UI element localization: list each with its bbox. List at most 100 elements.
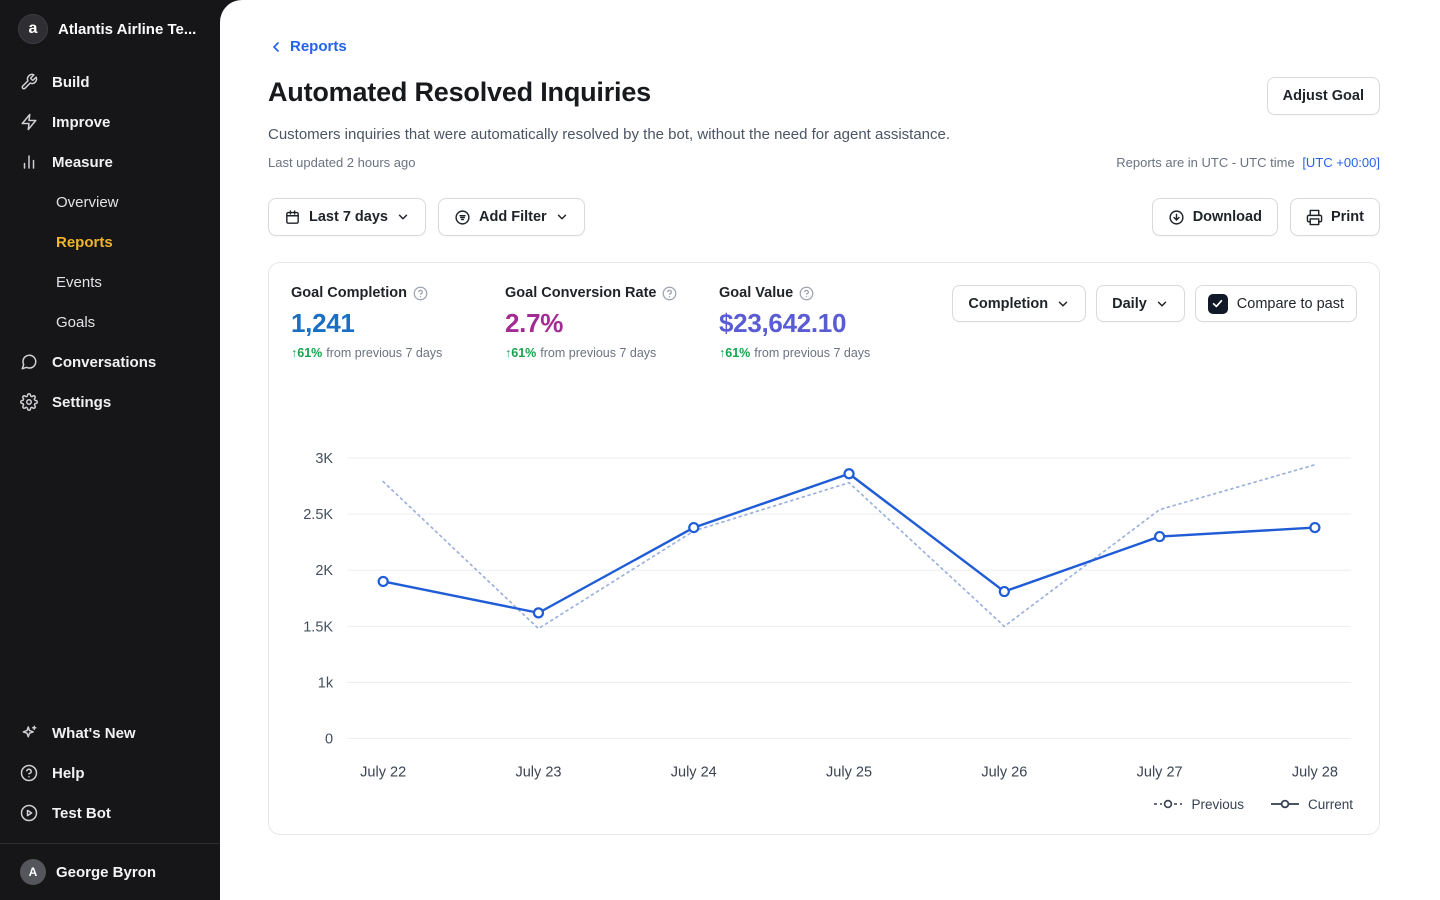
metric-dropdown[interactable]: Completion: [952, 285, 1086, 322]
info-icon[interactable]: [799, 286, 814, 301]
sidebar-item-label: What's New: [52, 725, 136, 742]
help-circle-icon: [20, 764, 38, 782]
chevron-down-icon: [555, 210, 569, 224]
sidebar-item-measure[interactable]: Measure: [0, 142, 220, 182]
info-icon[interactable]: [413, 286, 428, 301]
calendar-icon: [284, 209, 301, 226]
bar-chart-icon: [20, 153, 38, 171]
add-filter-dropdown[interactable]: Add Filter: [438, 198, 585, 236]
sidebar: a Atlantis Airline Te... Build Improve: [0, 0, 220, 900]
stat-value: 2.7%: [505, 308, 719, 339]
sidebar-item-build[interactable]: Build: [0, 62, 220, 102]
download-button[interactable]: Download: [1152, 198, 1278, 236]
printer-icon: [1306, 209, 1323, 226]
svg-text:2K: 2K: [315, 563, 333, 579]
stat-value: 1,241: [291, 308, 505, 339]
adjust-goal-button[interactable]: Adjust Goal: [1267, 77, 1380, 115]
chevron-down-icon: [1155, 297, 1169, 311]
svg-text:July 27: July 27: [1137, 765, 1183, 781]
sidebar-item-label: Events: [56, 274, 102, 291]
timezone-link[interactable]: [UTC +00:00]: [1302, 155, 1380, 170]
sidebar-item-events[interactable]: Events: [0, 262, 220, 302]
stat-goal-completion: Goal Completion 1,241 ↑61%from previous …: [291, 285, 505, 360]
compare-to-past-toggle[interactable]: Compare to past: [1195, 285, 1357, 322]
report-card: Goal Completion 1,241 ↑61% from previous …: [268, 262, 1380, 835]
legend-current: Current: [1270, 797, 1353, 812]
gear-icon: [20, 393, 38, 411]
stat-label: Goal Completion: [291, 285, 407, 301]
sidebar-item-label: Overview: [56, 194, 119, 211]
timezone-note: Reports are in UTC - UTC time [UTC +00:0…: [1116, 155, 1380, 170]
interval-dropdown-label: Daily: [1112, 296, 1147, 312]
download-icon: [1168, 209, 1185, 226]
legend-previous-label: Previous: [1191, 797, 1244, 812]
page-title: Automated Resolved Inquiries: [268, 77, 651, 108]
stat-delta: ↑61%from previous 7 days: [291, 346, 505, 360]
last-updated-text: Last updated 2 hours ago: [268, 155, 415, 170]
sidebar-item-overview[interactable]: Overview: [0, 182, 220, 222]
back-link-label: Reports: [290, 38, 347, 55]
svg-text:July 24: July 24: [671, 765, 717, 781]
back-link[interactable]: Reports: [268, 38, 347, 55]
print-label: Print: [1331, 209, 1364, 225]
sidebar-item-label: Settings: [52, 394, 111, 411]
title-row: Automated Resolved Inquiries Adjust Goal: [268, 77, 1380, 115]
stat-value: $23,642.10: [719, 308, 933, 339]
line-chart[interactable]: 3K2.5K2K1.5K1k0July 22July 23July 24July…: [291, 444, 1357, 785]
sidebar-item-label: Improve: [52, 114, 110, 131]
checkbox-checked-icon[interactable]: [1208, 294, 1228, 314]
card-top: Goal Completion 1,241 ↑61% from previous …: [291, 285, 1357, 360]
avatar: A: [20, 859, 46, 885]
sidebar-item-label: Reports: [56, 234, 113, 251]
compare-to-past-label: Compare to past: [1237, 296, 1344, 312]
chevron-left-icon: [268, 39, 284, 55]
stat-label: Goal Conversion Rate: [505, 285, 656, 301]
sidebar-item-settings[interactable]: Settings: [0, 382, 220, 422]
sidebar-item-improve[interactable]: Improve: [0, 102, 220, 142]
legend-previous: Previous: [1153, 797, 1244, 812]
svg-text:July 23: July 23: [515, 765, 561, 781]
sidebar-item-label: Goals: [56, 314, 95, 331]
lightning-icon: [20, 113, 38, 131]
stat-delta: ↑61%from previous 7 days: [505, 346, 719, 360]
sidebar-item-goals[interactable]: Goals: [0, 302, 220, 342]
stat-label: Goal Value: [719, 285, 793, 301]
sidebar-nav: Build Improve Measure Overview Reports: [0, 62, 220, 422]
stat-delta: ↑61% from previous 7 days: [719, 346, 933, 360]
chevron-down-icon: [1056, 297, 1070, 311]
print-button[interactable]: Print: [1290, 198, 1380, 236]
stat-goal-conversion-rate: Goal Conversion Rate 2.7% ↑61%from previ…: [505, 285, 719, 360]
sidebar-item-label: Build: [52, 74, 90, 91]
svg-text:2.5K: 2.5K: [303, 507, 333, 523]
svg-text:July 25: July 25: [826, 765, 872, 781]
sidebar-footer: What's New Help Test Bot A George Byron: [0, 713, 220, 900]
sidebar-item-conversations[interactable]: Conversations: [0, 342, 220, 382]
sidebar-item-test-bot[interactable]: Test Bot: [0, 793, 220, 833]
stat-delta-suffix: from previous 7 days: [326, 346, 442, 360]
sidebar-item-help[interactable]: Help: [0, 753, 220, 793]
svg-text:1k: 1k: [318, 675, 334, 691]
workspace-name: Atlantis Airline Te...: [58, 21, 196, 38]
filter-icon: [454, 209, 471, 226]
svg-text:July 22: July 22: [360, 765, 406, 781]
info-icon[interactable]: [662, 286, 677, 301]
add-filter-label: Add Filter: [479, 209, 547, 225]
metric-dropdown-label: Completion: [968, 296, 1048, 312]
sidebar-item-label: Test Bot: [52, 805, 111, 822]
sidebar-item-label: Measure: [52, 154, 113, 171]
svg-text:3K: 3K: [315, 451, 333, 467]
chevron-down-icon: [396, 210, 410, 224]
stat-delta-suffix: from previous 7 days: [754, 346, 870, 360]
svg-text:1.5K: 1.5K: [303, 619, 333, 635]
date-range-dropdown[interactable]: Last 7 days: [268, 198, 426, 236]
toolbar-left: Last 7 days Add Filter: [268, 198, 585, 236]
chat-bubble-icon: [20, 353, 38, 371]
sidebar-item-whats-new[interactable]: What's New: [0, 713, 220, 753]
workspace-header[interactable]: a Atlantis Airline Te...: [0, 0, 220, 62]
interval-dropdown[interactable]: Daily: [1096, 285, 1185, 322]
sidebar-item-label: Conversations: [52, 354, 156, 371]
stat-delta-pct: ↑61%: [505, 346, 536, 360]
sidebar-item-reports[interactable]: Reports: [0, 222, 220, 262]
stat-delta-pct: ↑61%: [719, 346, 750, 360]
user-menu[interactable]: A George Byron: [0, 844, 220, 900]
